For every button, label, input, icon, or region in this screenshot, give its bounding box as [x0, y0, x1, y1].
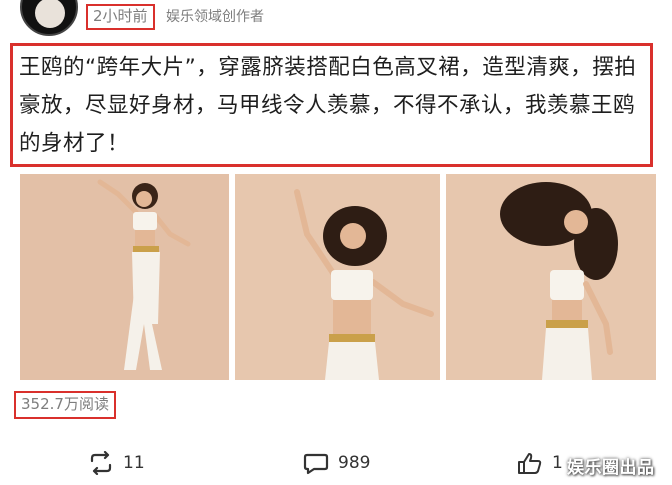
post-photo-2[interactable] [235, 174, 440, 380]
read-count: 352.7万阅读 [14, 391, 116, 419]
author-avatar[interactable] [20, 0, 78, 36]
post-text: 王鸥的“跨年大片”，穿露脐装搭配白色高叉裙，造型清爽，摆拍豪放，尽显好身材，马甲… [10, 43, 653, 167]
thumbs-up-icon [518, 453, 542, 474]
comment-icon [303, 453, 329, 475]
comment-count: 989 [338, 453, 371, 473]
repost-icon [90, 451, 112, 475]
comment-button[interactable]: 989 [303, 448, 370, 478]
like-count: 1 [552, 453, 563, 473]
like-button[interactable]: 1 [517, 448, 563, 478]
photo-woman-dancing [235, 174, 440, 380]
source-watermark: 娱乐圈出品 [567, 458, 655, 478]
author-label: 娱乐领域创作者 [166, 9, 264, 25]
post-photo-1[interactable] [20, 174, 229, 380]
avatar-face [35, 0, 65, 28]
photo-woman-standing [20, 174, 229, 380]
post-time: 2小时前 [86, 4, 155, 30]
repost-count: 11 [123, 453, 145, 473]
repost-button[interactable]: 11 [88, 448, 145, 478]
post-photo-3[interactable] [446, 174, 656, 380]
photo-woman-hair-flip [446, 174, 656, 380]
